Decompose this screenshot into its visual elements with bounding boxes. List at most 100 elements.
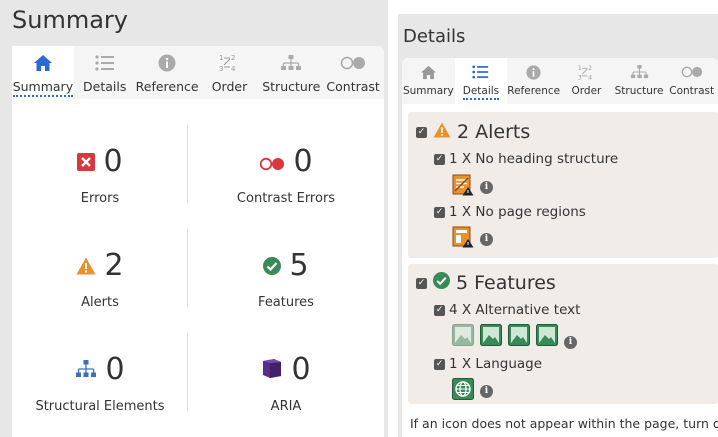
tab-order-label: Order [211, 79, 248, 94]
divider [187, 333, 188, 411]
svg-text:2: 2 [231, 54, 235, 62]
no-page-regions-icon[interactable] [452, 226, 474, 252]
structural-elements-stat: 0 Structural Elements [14, 351, 186, 415]
alerts-section: ✓ 2 Alerts ✓ 1 X No heading structure i … [408, 112, 718, 258]
aria-cube-icon [261, 352, 283, 387]
summary-tab-bar: Summary Details Reference 1234 Order Str… [12, 46, 384, 99]
feature-item-checkbox[interactable]: ✓ [434, 358, 445, 370]
aria-count: 0 [291, 351, 311, 387]
details-panel-title: Details [403, 26, 466, 47]
tab-details-label: Details [83, 79, 127, 94]
alert-item-checkbox[interactable]: ✓ [434, 206, 445, 218]
structural-label: Structural Elements [35, 399, 165, 414]
svg-text:1: 1 [219, 54, 223, 62]
features-checkbox[interactable]: ✓ [416, 277, 427, 289]
aria-stat: 0 ARIA [200, 351, 372, 414]
error-icon [77, 144, 96, 179]
language-globe-icon[interactable] [452, 378, 474, 404]
alert-item: ✓ 1 X No page regions [434, 204, 586, 220]
feature-item: ✓ 4 X Alternative text [434, 302, 580, 318]
alert-item-label: 1 X No page regions [449, 204, 586, 220]
svg-text:3: 3 [578, 74, 582, 81]
features-heading-text: 5 Features [456, 272, 556, 294]
tab-summary[interactable]: Summary [402, 58, 455, 104]
panel-gap [388, 0, 398, 437]
alert-item: ✓ 1 X No heading structure [434, 151, 618, 167]
tab-order[interactable]: 1234 Order [199, 46, 261, 99]
info-icon[interactable]: i [480, 180, 493, 194]
feature-item-checkbox[interactable]: ✓ [434, 304, 445, 316]
tab-contrast-label: Contrast [669, 85, 715, 97]
tab-reference-label: Reference [507, 85, 561, 97]
contrast-icon [340, 53, 366, 73]
details-panel: Details Summary Details Reference 1234 O… [398, 0, 718, 437]
home-icon [33, 53, 53, 73]
alert-icon [433, 121, 451, 143]
tab-details[interactable]: Details [454, 58, 508, 104]
tab-reference[interactable]: Reference [507, 58, 560, 104]
alert-item-checkbox[interactable]: ✓ [434, 153, 445, 165]
alerts-stat: 2 Alerts [14, 247, 186, 310]
tab-reference-label: Reference [135, 79, 199, 94]
contrast-errors-stat: 0 Contrast Errors [200, 143, 372, 207]
tab-structure[interactable]: Structure [260, 46, 322, 99]
svg-text:4: 4 [588, 74, 592, 81]
tab-summary[interactable]: Summary [12, 46, 74, 99]
feature-item: ✓ 1 X Language [434, 356, 542, 372]
summary-panel-title: Summary [12, 6, 128, 34]
alternative-text-icon[interactable] [508, 324, 530, 350]
features-heading: ✓ 5 Features [416, 272, 556, 294]
info-icon[interactable]: i [564, 335, 577, 349]
feature-check-icon [433, 272, 450, 294]
tab-contrast[interactable]: Contrast [665, 58, 718, 104]
features-section: ✓ 5 Features ✓ 4 X Alternative text i ✓ … [408, 264, 718, 404]
svg-text:2: 2 [588, 64, 592, 71]
alternative-text-icon[interactable] [452, 324, 474, 350]
feature-item-label: 4 X Alternative text [449, 302, 581, 318]
alternative-text-icon[interactable] [536, 324, 558, 350]
summary-panel: Summary Summary Details Reference 1234 O… [0, 0, 388, 437]
tab-details[interactable]: Details [74, 46, 136, 99]
alerts-heading-text: 2 Alerts [457, 121, 531, 143]
tab-summary-label: Summary [402, 85, 454, 97]
tab-structure[interactable]: Structure [613, 58, 666, 104]
summary-content: 0 Errors 0 Contrast Errors 2 Alerts 5 Fe… [12, 99, 384, 437]
alerts-heading: ✓ 2 Alerts [416, 121, 530, 143]
info-icon[interactable]: i [480, 384, 493, 398]
divider [187, 229, 188, 307]
errors-count: 0 [103, 143, 123, 179]
tab-contrast-label: Contrast [326, 79, 380, 94]
tab-details-label: Details [462, 85, 500, 100]
alert-item-icons: i [452, 226, 493, 252]
contrast-errors-count: 0 [293, 143, 313, 179]
feature-item-icons: i [452, 324, 577, 350]
tab-structure-label: Structure [262, 79, 321, 94]
tab-summary-label: Summary [12, 79, 74, 97]
home-icon [420, 64, 437, 80]
structure-icon [75, 352, 97, 387]
structure-icon [280, 53, 302, 73]
contrast-errors-label: Contrast Errors [236, 191, 336, 206]
features-count: 5 [289, 247, 309, 283]
info-icon [158, 53, 176, 73]
alerts-checkbox[interactable]: ✓ [416, 126, 427, 138]
divider [187, 125, 188, 203]
alert-item-label: 1 X No heading structure [449, 151, 619, 167]
tab-structure-label: Structure [614, 85, 664, 97]
alerts-label: Alerts [81, 295, 119, 310]
feature-item-icons: i [452, 378, 493, 404]
tab-reference[interactable]: Reference [136, 46, 199, 99]
order-icon: 1234 [218, 53, 240, 73]
tab-order[interactable]: 1234 Order [560, 58, 613, 104]
info-icon[interactable]: i [480, 232, 493, 246]
tab-contrast[interactable]: Contrast [322, 46, 384, 99]
svg-text:4: 4 [231, 65, 236, 73]
details-tab-bar: Summary Details Reference 1234 Order Str… [402, 58, 718, 104]
svg-text:3: 3 [219, 65, 223, 73]
info-icon [526, 64, 541, 80]
no-heading-structure-icon[interactable] [452, 174, 474, 200]
feature-item-label: 1 X Language [449, 356, 543, 372]
alternative-text-icon[interactable] [480, 324, 502, 350]
structural-count: 0 [105, 351, 125, 387]
aria-label: ARIA [270, 399, 302, 414]
